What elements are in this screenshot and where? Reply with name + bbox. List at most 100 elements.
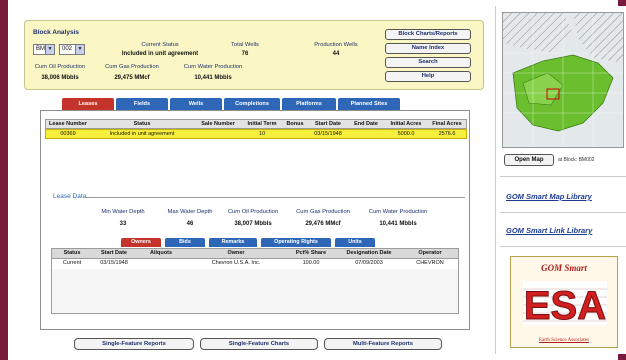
status-cell: Included in unit agreement (109, 131, 175, 137)
help-button[interactable]: Help (385, 71, 471, 82)
production-wells-label: Production Wells (314, 42, 358, 48)
tab-units[interactable]: Units (335, 238, 375, 247)
svg-text:ESA: ESA (524, 284, 606, 325)
divider (500, 246, 626, 247)
current-status-label: Current Status (141, 42, 179, 48)
column-header: Start Date (315, 121, 341, 127)
multi-feature-reports-button[interactable]: Multi-Feature Reports (324, 338, 442, 350)
map-block-caption: at Block: BM002 (558, 157, 595, 163)
designation-date-cell: 07/09/2003 (355, 260, 383, 266)
min-water-depth-value: 33 (119, 221, 127, 227)
divider (500, 176, 626, 177)
total-wells-label: Total Wells (231, 42, 259, 48)
initial-acres-cell: 5000.0 (397, 131, 415, 137)
esa-logo-icon: ESA (523, 281, 607, 325)
tab-bids[interactable]: Bids (165, 238, 205, 247)
tab-platforms[interactable]: Platforms (282, 98, 336, 110)
tab-wells[interactable]: Wells (170, 98, 222, 110)
table-empty-area (52, 269, 458, 313)
divider (85, 197, 465, 198)
tab-operating-rights[interactable]: Operating Rights (261, 238, 331, 247)
logo-footer: Earth Science Associates (539, 338, 589, 343)
lease-cum-gas-label: Cum Gas Production (296, 209, 350, 215)
open-map-button[interactable]: Open Map (504, 154, 554, 166)
main-content: Block Analysis BM ▼ 002 ▼ Current Status… (18, 6, 490, 354)
production-wells-value: 44 (332, 51, 340, 57)
owner-status-cell: Current (62, 260, 82, 266)
column-header: Owner (227, 250, 245, 256)
lease-data-title: Lease Data (53, 193, 87, 200)
search-button[interactable]: Search (385, 57, 471, 68)
app-frame: Block Analysis BM ▼ 002 ▼ Current Status… (8, 0, 626, 360)
tab-completions[interactable]: Completions (224, 98, 280, 110)
final-acres-cell: 2576.6 (438, 131, 456, 137)
divider (500, 212, 626, 213)
operator-cell: CHEVRON (416, 260, 444, 266)
lease-cum-gas-value: 29,476 MMcf (305, 221, 341, 227)
column-header: Initial Acres (390, 121, 422, 127)
lease-cum-water-value: 10,441 Mbbls (379, 221, 417, 227)
table-row[interactable]: Current 03/15/1948 Chevron U.S.A. Inc. 1… (52, 259, 458, 269)
page-title: Block Analysis (33, 29, 80, 36)
block-analysis-panel: Block Analysis BM ▼ 002 ▼ Current Status… (24, 20, 484, 90)
column-header: Operator (418, 250, 442, 256)
lease-table: Lease Number Status Sale Number Initial … (45, 119, 467, 139)
chevron-down-icon: ▼ (75, 45, 84, 54)
tab-fields[interactable]: Fields (116, 98, 168, 110)
name-index-button[interactable]: Name Index (385, 43, 471, 54)
owner-cell: Chevron U.S.A. Inc. (211, 260, 261, 266)
column-header: Final Acres (432, 121, 462, 127)
tab-leases[interactable]: Leases (62, 98, 114, 110)
column-header: Status (63, 250, 81, 256)
cum-oil-label: Cum Oil Production (34, 64, 86, 70)
single-feature-charts-button[interactable]: Single-Feature Charts (200, 338, 318, 350)
column-header: Aliquots (150, 250, 172, 256)
start-date-cell: 03/15/1948 (314, 131, 342, 137)
pct-share-cell: 100.00 (302, 260, 320, 266)
tab-owners[interactable]: Owners (121, 238, 161, 247)
table-header-row: Status Start Date Aliquots Owner Pct% Sh… (52, 249, 458, 259)
column-header: Initial Term (247, 121, 277, 127)
column-header: Lease Number (49, 121, 87, 127)
owner-start-date-cell: 03/15/1948 (100, 260, 128, 266)
block-map[interactable] (502, 12, 624, 148)
tab-remarks[interactable]: Remarks (209, 238, 257, 247)
logo-title: GOM Smart (541, 263, 587, 273)
gom-smart-logo[interactable]: GOM Smart ESA Earth Science Associates (510, 256, 618, 348)
table-header-row: Lease Number Status Sale Number Initial … (45, 119, 467, 129)
total-wells-value: 76 (241, 51, 249, 57)
initial-term-cell: 10 (258, 131, 266, 137)
table-row[interactable]: 00369 Included in unit agreement 10 03/1… (45, 129, 467, 139)
leases-panel: Lease Number Status Sale Number Initial … (40, 110, 470, 330)
column-header: End Date (354, 121, 378, 127)
column-header: Start Date (101, 250, 127, 256)
link-library-link[interactable]: GOM Smart Link Library (506, 226, 592, 235)
right-sidebar: Open Map at Block: BM002 GOM Smart Map L… (495, 6, 626, 354)
column-header: Bonus (286, 121, 304, 127)
map-image (503, 13, 623, 147)
column-header: Designation Date (346, 250, 392, 256)
cum-gas-value: 29,475 MMcf (114, 75, 150, 81)
lease-cum-oil-value: 38,007 Mbbls (234, 221, 272, 227)
column-header: Pct% Share (295, 250, 327, 256)
map-library-link[interactable]: GOM Smart Map Library (506, 192, 592, 201)
max-water-depth-value: 46 (186, 221, 194, 227)
lease-cum-oil-label: Cum Oil Production (227, 209, 279, 215)
current-status-value: Included in unit agreement (121, 51, 199, 57)
lease-cum-water-label: Cum Water Production (368, 209, 428, 215)
block-charts-reports-button[interactable]: Block Charts/Reports (385, 29, 471, 40)
owners-table: Status Start Date Aliquots Owner Pct% Sh… (51, 248, 459, 314)
tab-planned-sites[interactable]: Planned Sites (338, 98, 400, 110)
cum-water-label: Cum Water Production (183, 64, 243, 70)
cum-gas-label: Cum Gas Production (105, 64, 159, 70)
max-water-depth-label: Max Water Depth (167, 209, 213, 215)
cum-oil-value: 38,006 Mbbls (41, 75, 79, 81)
area-select[interactable]: BM ▼ (33, 44, 55, 55)
cum-water-value: 10,441 Mbbls (194, 75, 232, 81)
min-water-depth-label: Min Water Depth (101, 209, 145, 215)
single-feature-reports-button[interactable]: Single-Feature Reports (74, 338, 194, 350)
column-header: Sale Number (201, 121, 235, 127)
chevron-down-icon: ▼ (45, 45, 54, 54)
column-header: Status (133, 121, 151, 127)
block-select[interactable]: 002 ▼ (59, 44, 85, 55)
